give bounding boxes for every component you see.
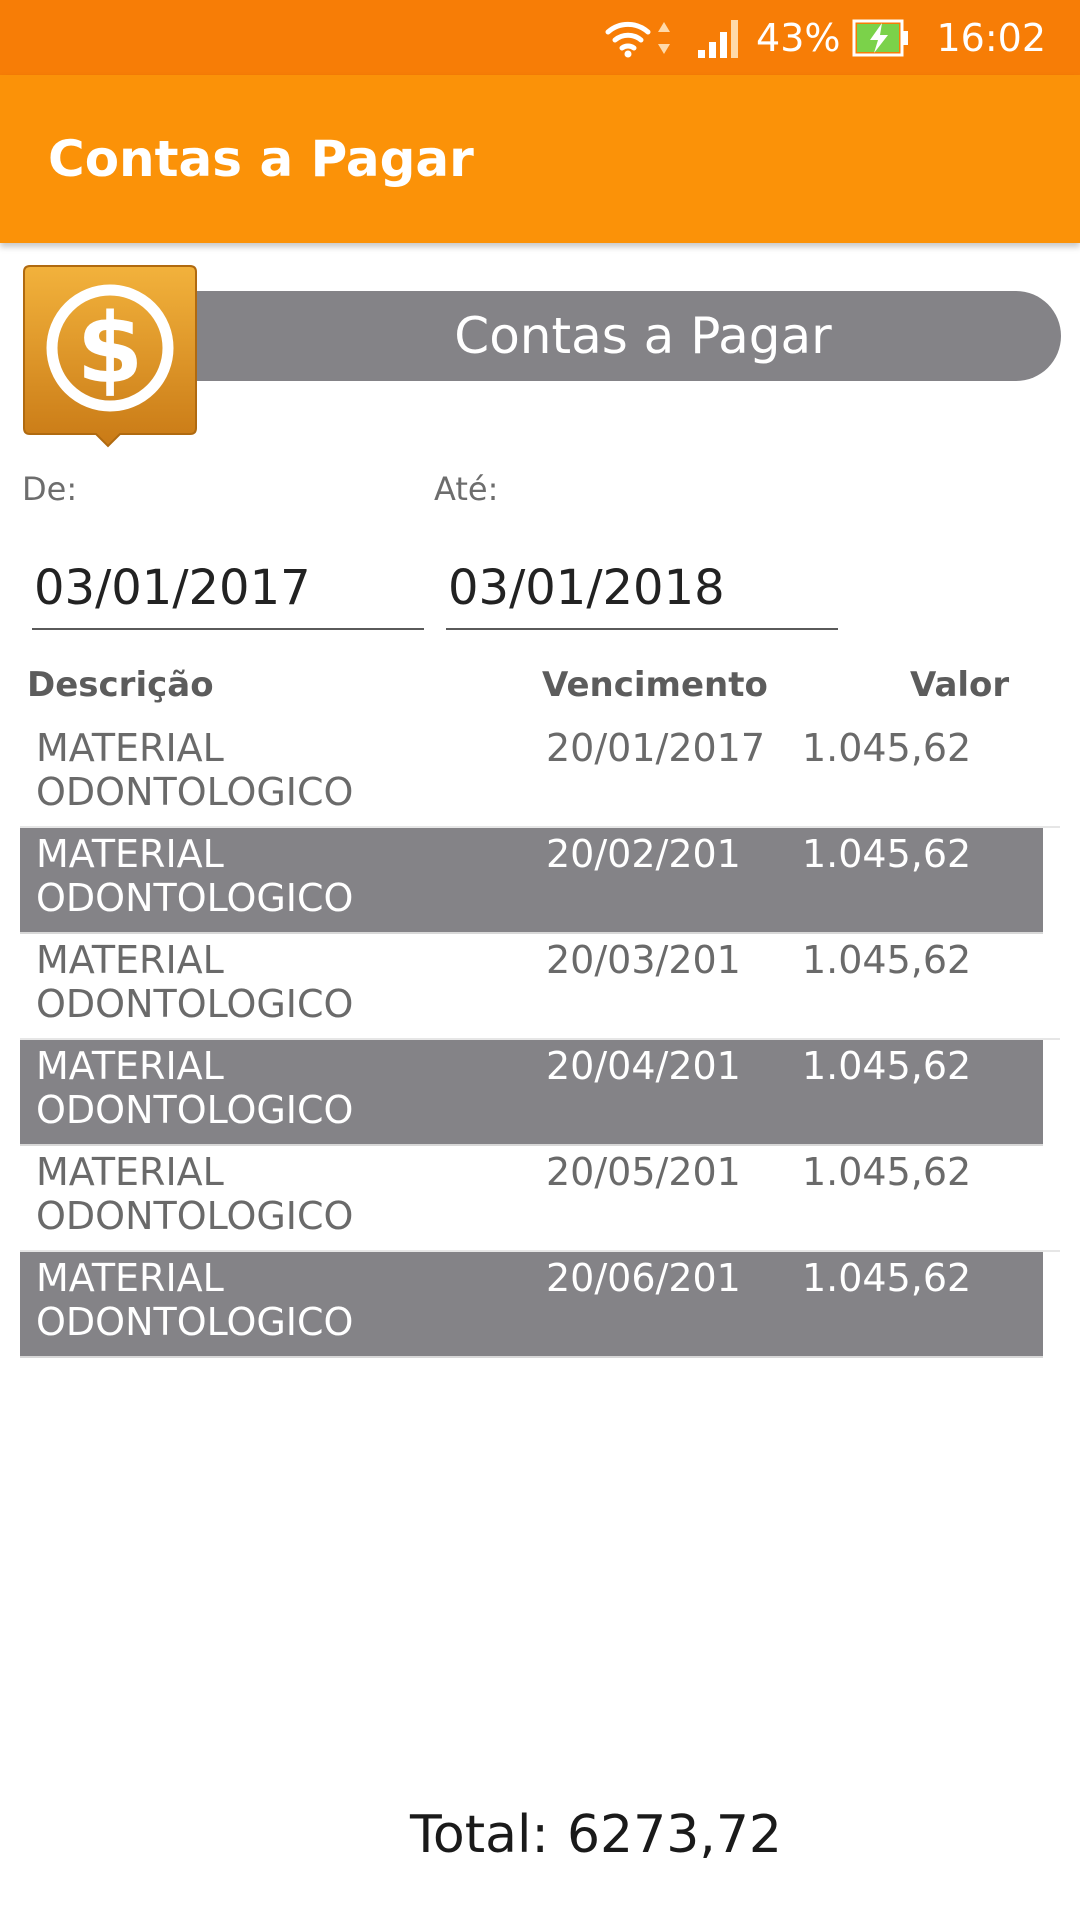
description-line: MATERIAL bbox=[36, 938, 224, 982]
row-amount: 1.045,62 bbox=[802, 832, 972, 876]
row-amount: 1.045,62 bbox=[802, 938, 972, 982]
row-due-date: 20/06/201 bbox=[546, 1256, 741, 1300]
description-line: MATERIAL bbox=[36, 726, 224, 770]
page-banner: Contas a Pagar bbox=[195, 291, 1061, 381]
wifi-icon bbox=[604, 18, 652, 58]
row-description: MATERIAL ODONTOLOGICO bbox=[36, 1150, 516, 1238]
signal-icon bbox=[696, 16, 740, 60]
screen: 43% 16:02 Contas a Pagar Contas a Pagar bbox=[0, 0, 1080, 1920]
column-header-valor: Valor bbox=[910, 665, 1010, 705]
clock-text: 16:02 bbox=[936, 15, 1046, 60]
to-date-field[interactable] bbox=[446, 548, 838, 630]
row-amount: 1.045,62 bbox=[802, 1150, 972, 1194]
column-header-vencimento: Vencimento bbox=[542, 665, 768, 705]
row-description: MATERIAL ODONTOLOGICO bbox=[36, 1256, 516, 1344]
description-line: ODONTOLOGICO bbox=[36, 876, 354, 920]
row-amount: 1.045,62 bbox=[802, 1256, 972, 1300]
table-row[interactable]: MATERIAL ODONTOLOGICO 20/02/201 1.045,62 bbox=[20, 828, 1043, 934]
row-due-date: 20/05/201 bbox=[546, 1150, 741, 1194]
total-value: 6273,72 bbox=[566, 1805, 782, 1865]
total-summary: Total: 6273,72 bbox=[0, 1805, 1080, 1865]
row-description: MATERIAL ODONTOLOGICO bbox=[36, 832, 516, 920]
description-line: ODONTOLOGICO bbox=[36, 1088, 354, 1132]
description-line: MATERIAL bbox=[36, 1044, 224, 1088]
row-description: MATERIAL ODONTOLOGICO bbox=[36, 1044, 516, 1132]
app-title: Contas a Pagar bbox=[48, 130, 474, 188]
table-row[interactable]: MATERIAL ODONTOLOGICO 20/05/201 1.045,62 bbox=[20, 1146, 1060, 1252]
row-due-date: 20/03/201 bbox=[546, 938, 741, 982]
column-header-descricao: Descrição bbox=[27, 665, 214, 705]
description-line: ODONTOLOGICO bbox=[36, 770, 354, 814]
row-description: MATERIAL ODONTOLOGICO bbox=[36, 726, 516, 814]
description-line: MATERIAL bbox=[36, 1150, 224, 1194]
data-transfer-icon bbox=[656, 18, 672, 58]
battery-percent: 43% bbox=[756, 16, 840, 60]
to-date-label: Até: bbox=[434, 470, 499, 508]
from-date-field[interactable] bbox=[32, 548, 424, 630]
description-line: MATERIAL bbox=[36, 832, 224, 876]
row-amount: 1.045,62 bbox=[802, 726, 972, 770]
row-due-date: 20/04/201 bbox=[546, 1044, 741, 1088]
description-line: MATERIAL bbox=[36, 1256, 224, 1300]
description-line: ODONTOLOGICO bbox=[36, 1300, 354, 1344]
row-amount: 1.045,62 bbox=[802, 1044, 972, 1088]
clock: 16:02 bbox=[936, 16, 1046, 60]
row-description: MATERIAL ODONTOLOGICO bbox=[36, 938, 516, 1026]
svg-text:$: $ bbox=[77, 293, 144, 405]
banner-title: Contas a Pagar bbox=[454, 307, 832, 365]
battery-percent-text: 43% bbox=[756, 15, 841, 60]
description-line: ODONTOLOGICO bbox=[36, 1194, 354, 1238]
table-row[interactable]: MATERIAL ODONTOLOGICO 20/06/201 1.045,62 bbox=[20, 1252, 1043, 1358]
battery-charging-icon bbox=[852, 19, 910, 57]
from-date-label: De: bbox=[22, 470, 78, 508]
description-line: ODONTOLOGICO bbox=[36, 982, 354, 1026]
app-bar: Contas a Pagar bbox=[0, 75, 1080, 243]
total-label: Total: bbox=[409, 1805, 549, 1865]
table-row[interactable]: MATERIAL ODONTOLOGICO 20/03/201 1.045,62 bbox=[20, 934, 1060, 1040]
row-due-date: 20/02/201 bbox=[546, 832, 741, 876]
table-row[interactable]: MATERIAL ODONTOLOGICO 20/04/201 1.045,62 bbox=[20, 1040, 1043, 1146]
dollar-icon: $ bbox=[20, 262, 200, 452]
table-header: Descrição Vencimento Valor bbox=[0, 665, 1080, 725]
bills-list: MATERIAL ODONTOLOGICO 20/01/2017 1.045,6… bbox=[20, 722, 1060, 1358]
status-bar: 43% 16:02 bbox=[0, 0, 1080, 75]
row-due-date: 20/01/2017 bbox=[546, 726, 766, 770]
table-row[interactable]: MATERIAL ODONTOLOGICO 20/01/2017 1.045,6… bbox=[20, 722, 1060, 828]
